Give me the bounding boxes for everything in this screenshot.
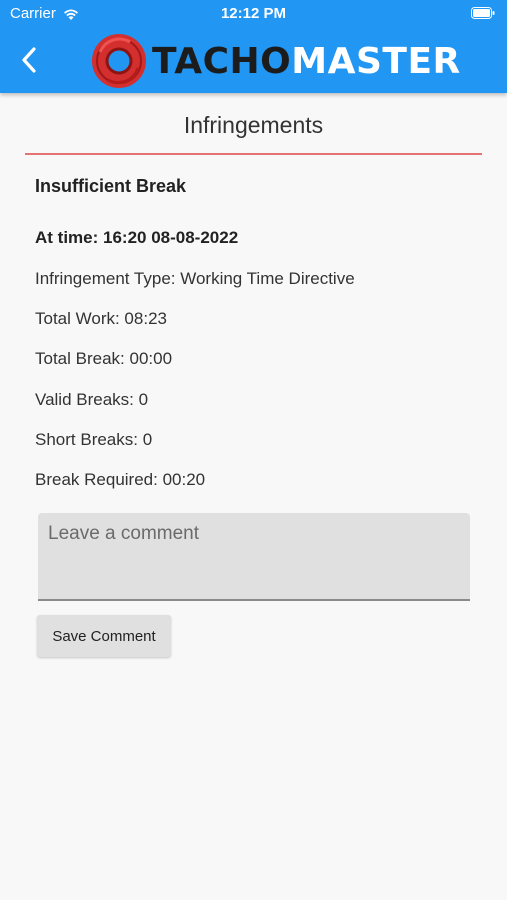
total-work: Total Work: 08:23: [35, 309, 167, 328]
title-divider: [25, 153, 482, 155]
short-breaks: Short Breaks: 0: [35, 430, 153, 449]
battery-icon: [471, 7, 495, 19]
logo-text-master: MASTER: [291, 40, 461, 82]
logo-ring-icon: [92, 34, 146, 88]
back-button[interactable]: [14, 42, 44, 78]
chevron-left-icon: [22, 47, 36, 73]
tachomaster-logo: TACHOMASTER: [90, 31, 461, 91]
app-header: Carrier 12:12 PM TACHOMASTER: [0, 0, 507, 93]
valid-breaks: Valid Breaks: 0: [35, 390, 149, 409]
infringement-time: At time: 16:20 08-08-2022: [35, 228, 239, 247]
logo-wordmark: TACHOMASTER: [152, 41, 461, 82]
total-break: Total Break: 00:00: [35, 349, 173, 368]
app-screen: Carrier 12:12 PM TACHOMASTER Infringemen…: [0, 0, 507, 900]
page-title: Infringements: [183, 112, 324, 138]
status-time: 12:12 PM: [220, 5, 287, 22]
logo-text-tacho: TACHO: [152, 40, 292, 82]
status-bar: Carrier 12:12 PM: [0, 0, 507, 28]
nav-bar: TACHOMASTER: [0, 28, 507, 93]
save-comment-button[interactable]: Save Comment: [37, 615, 171, 657]
comment-input[interactable]: [38, 513, 470, 599]
infringement-type: Infringement Type: Working Time Directiv…: [35, 269, 355, 288]
comment-field: [38, 513, 470, 601]
break-required: Break Required: 00:20: [35, 470, 206, 489]
infringement-heading: Insufficient Break: [35, 176, 187, 196]
